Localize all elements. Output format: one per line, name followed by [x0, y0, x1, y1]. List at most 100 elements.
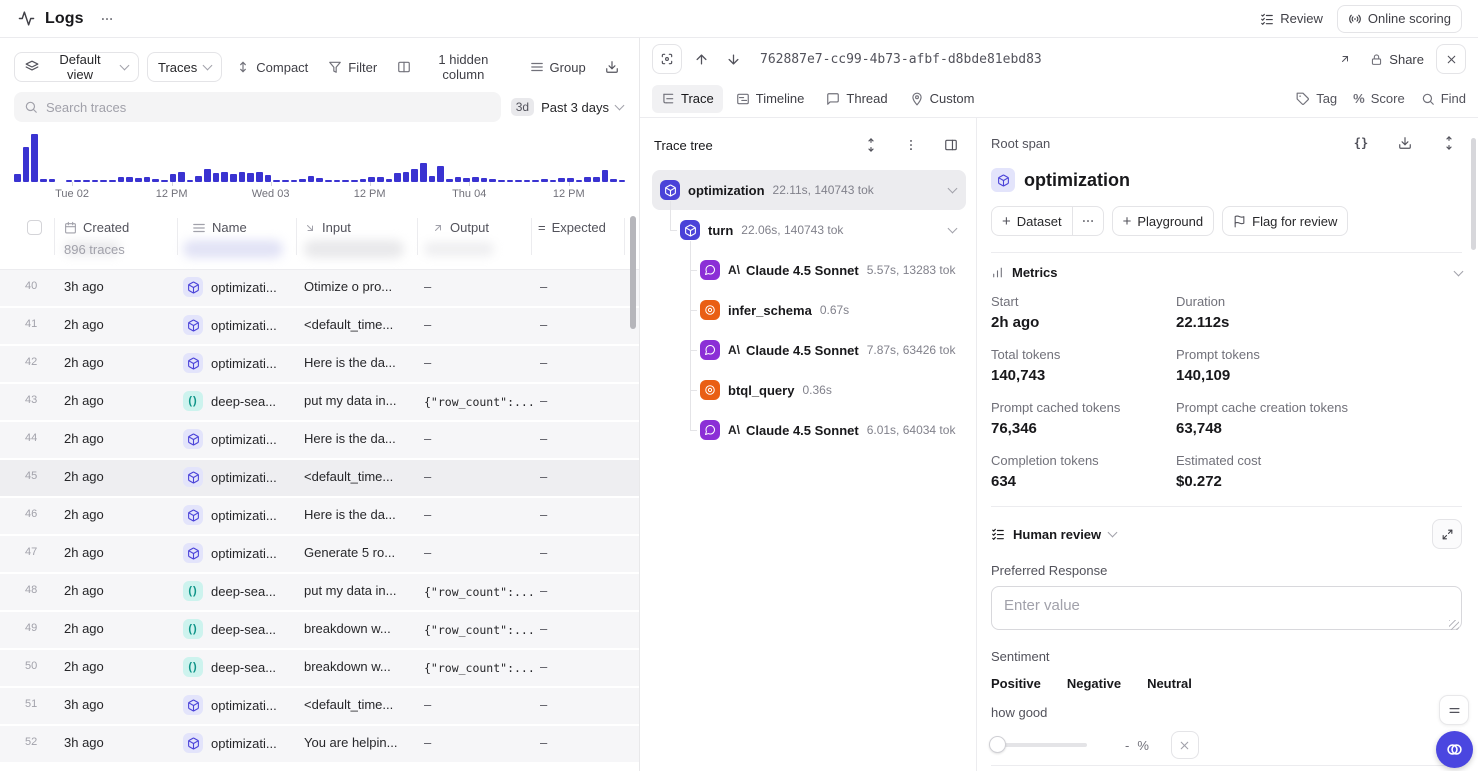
table-row[interactable]: 452h agooptimizati...<default_time...––	[0, 460, 639, 496]
tab-timeline[interactable]: Timeline	[727, 85, 814, 113]
histogram-bar[interactable]	[446, 179, 453, 182]
score-slider[interactable]	[991, 743, 1087, 747]
histogram-bar[interactable]	[161, 180, 168, 182]
metrics-section-header[interactable]: Metrics	[991, 265, 1462, 280]
histogram-bar[interactable]	[481, 178, 488, 182]
histogram-bar[interactable]	[126, 177, 133, 182]
histogram-bar[interactable]	[299, 179, 306, 182]
tab-custom[interactable]: Custom	[901, 85, 984, 113]
column-header-created[interactable]: Created	[64, 220, 129, 235]
histogram-bar[interactable]	[515, 180, 522, 182]
histogram-bar[interactable]	[489, 179, 496, 182]
tab-thread[interactable]: Thread	[817, 85, 896, 113]
histogram-bar[interactable]	[610, 179, 617, 182]
histogram-bar[interactable]	[411, 169, 418, 182]
chevron-down-icon[interactable]	[948, 184, 958, 194]
chevron-down-icon[interactable]	[948, 224, 958, 234]
preferred-response-input[interactable]	[991, 586, 1462, 630]
histogram-bar[interactable]	[195, 176, 202, 182]
download-span-button[interactable]	[1392, 130, 1418, 156]
histogram-bar[interactable]	[316, 178, 323, 182]
prev-trace-button[interactable]	[688, 46, 714, 72]
sentiment-negative-button[interactable]: Negative	[1067, 676, 1121, 691]
histogram-bar[interactable]	[619, 180, 626, 182]
compact-button[interactable]: Compact	[230, 52, 314, 82]
histogram-bar[interactable]	[221, 172, 228, 182]
table-row[interactable]: 492h ago()deep-sea...breakdown w...{"row…	[0, 612, 639, 648]
histogram-bar[interactable]	[152, 179, 159, 182]
table-row[interactable]: 482h ago()deep-sea...put my data in...{"…	[0, 574, 639, 610]
trace-tree-row[interactable]: btql_query0.36s	[652, 370, 966, 410]
add-to-dataset-button[interactable]: + Dataset	[992, 207, 1072, 235]
histogram-bar[interactable]	[498, 180, 505, 182]
open-in-playground-button[interactable]: + Playground	[1112, 206, 1215, 236]
histogram-bar[interactable]	[31, 134, 38, 182]
histogram-bar[interactable]	[472, 177, 479, 182]
table-row[interactable]: 422h agooptimizati...Here is the da...––	[0, 346, 639, 382]
histogram-bar[interactable]	[334, 180, 341, 182]
assistant-logo-button[interactable]	[1436, 731, 1473, 768]
detail-scrollbar[interactable]	[1471, 138, 1476, 250]
histogram-bar[interactable]	[325, 180, 332, 182]
histogram-bar[interactable]	[40, 179, 47, 182]
expand-review-button[interactable]	[1432, 519, 1462, 549]
online-scoring-button[interactable]: Online scoring	[1337, 5, 1462, 33]
table-row[interactable]: 472h agooptimizati...Generate 5 ro...––	[0, 536, 639, 572]
column-header-name[interactable]: Name	[192, 220, 247, 235]
histogram-bar[interactable]	[342, 180, 349, 182]
share-button[interactable]: Share	[1370, 52, 1424, 67]
histogram-bar[interactable]	[524, 180, 531, 182]
expand-sections-button[interactable]	[1436, 130, 1462, 156]
histogram-bar[interactable]	[541, 179, 548, 182]
histogram-bar[interactable]	[351, 180, 358, 182]
view-selector[interactable]: Default view	[14, 52, 139, 82]
filter-button[interactable]: Filter	[322, 52, 383, 82]
histogram-bar[interactable]	[230, 174, 237, 182]
export-button[interactable]	[600, 54, 625, 80]
histogram-bar[interactable]	[360, 179, 367, 182]
resize-handle[interactable]	[1449, 620, 1459, 630]
clear-score-button[interactable]	[1171, 731, 1199, 759]
histogram-bar[interactable]	[187, 180, 194, 182]
histogram-bar[interactable]	[14, 174, 21, 182]
histogram-bar[interactable]	[437, 166, 444, 182]
histogram-bar[interactable]	[386, 179, 393, 182]
column-header-output[interactable]: Output	[432, 220, 489, 235]
table-row[interactable]: 412h agooptimizati...<default_time...––	[0, 308, 639, 344]
trace-tree-row[interactable]: optimization22.11s, 140743 tok	[652, 170, 966, 210]
open-fullscreen-button[interactable]	[1332, 46, 1358, 72]
trace-tree-row[interactable]: A\Claude 4.5 Sonnet5.57s, 13283 tok	[652, 250, 966, 290]
histogram-bar[interactable]	[429, 176, 436, 182]
histogram-bar[interactable]	[282, 180, 289, 182]
flag-for-review-button[interactable]: Flag for review	[1222, 206, 1348, 236]
table-row[interactable]: 403h agooptimizati...Otimize o pro...––	[0, 270, 639, 306]
histogram-bar[interactable]	[584, 177, 591, 182]
mode-selector[interactable]: Traces	[147, 52, 222, 82]
search-input[interactable]	[46, 100, 491, 115]
sentiment-neutral-button[interactable]: Neutral	[1147, 676, 1192, 691]
trace-tree-row[interactable]: A\Claude 4.5 Sonnet6.01s, 64034 tok	[652, 410, 966, 450]
focus-trace-button[interactable]	[652, 44, 682, 74]
histogram-bar[interactable]	[455, 177, 462, 182]
hidden-column-button[interactable]: 1 hidden column	[391, 52, 515, 82]
tag-button[interactable]: Tag	[1296, 91, 1337, 106]
histogram-bar[interactable]	[507, 180, 514, 182]
tab-trace[interactable]: Trace	[652, 85, 723, 113]
review-queue-button[interactable]	[1439, 695, 1469, 725]
find-button[interactable]: Find	[1421, 91, 1466, 106]
histogram-bar[interactable]	[74, 180, 81, 182]
human-review-header[interactable]: Human review	[991, 527, 1422, 542]
histogram-bar[interactable]	[118, 177, 125, 182]
histogram-bar[interactable]	[109, 180, 116, 182]
table-row[interactable]: 523h agooptimizati...You are helpin...––	[0, 726, 639, 762]
histogram-bar[interactable]	[92, 180, 99, 182]
tree-menu-button[interactable]	[898, 132, 924, 158]
time-range-selector[interactable]: 3d Past 3 days	[511, 98, 625, 116]
next-trace-button[interactable]	[720, 46, 746, 72]
expand-all-button[interactable]	[858, 132, 884, 158]
column-header-expected[interactable]: =Expected	[538, 220, 606, 235]
select-all-checkbox[interactable]	[27, 220, 42, 235]
histogram-bar[interactable]	[420, 163, 427, 182]
trace-volume-histogram[interactable]: Tue 0212 PMWed 0312 PMThu 0412 PM	[14, 132, 625, 202]
group-button[interactable]: Group	[524, 52, 592, 82]
